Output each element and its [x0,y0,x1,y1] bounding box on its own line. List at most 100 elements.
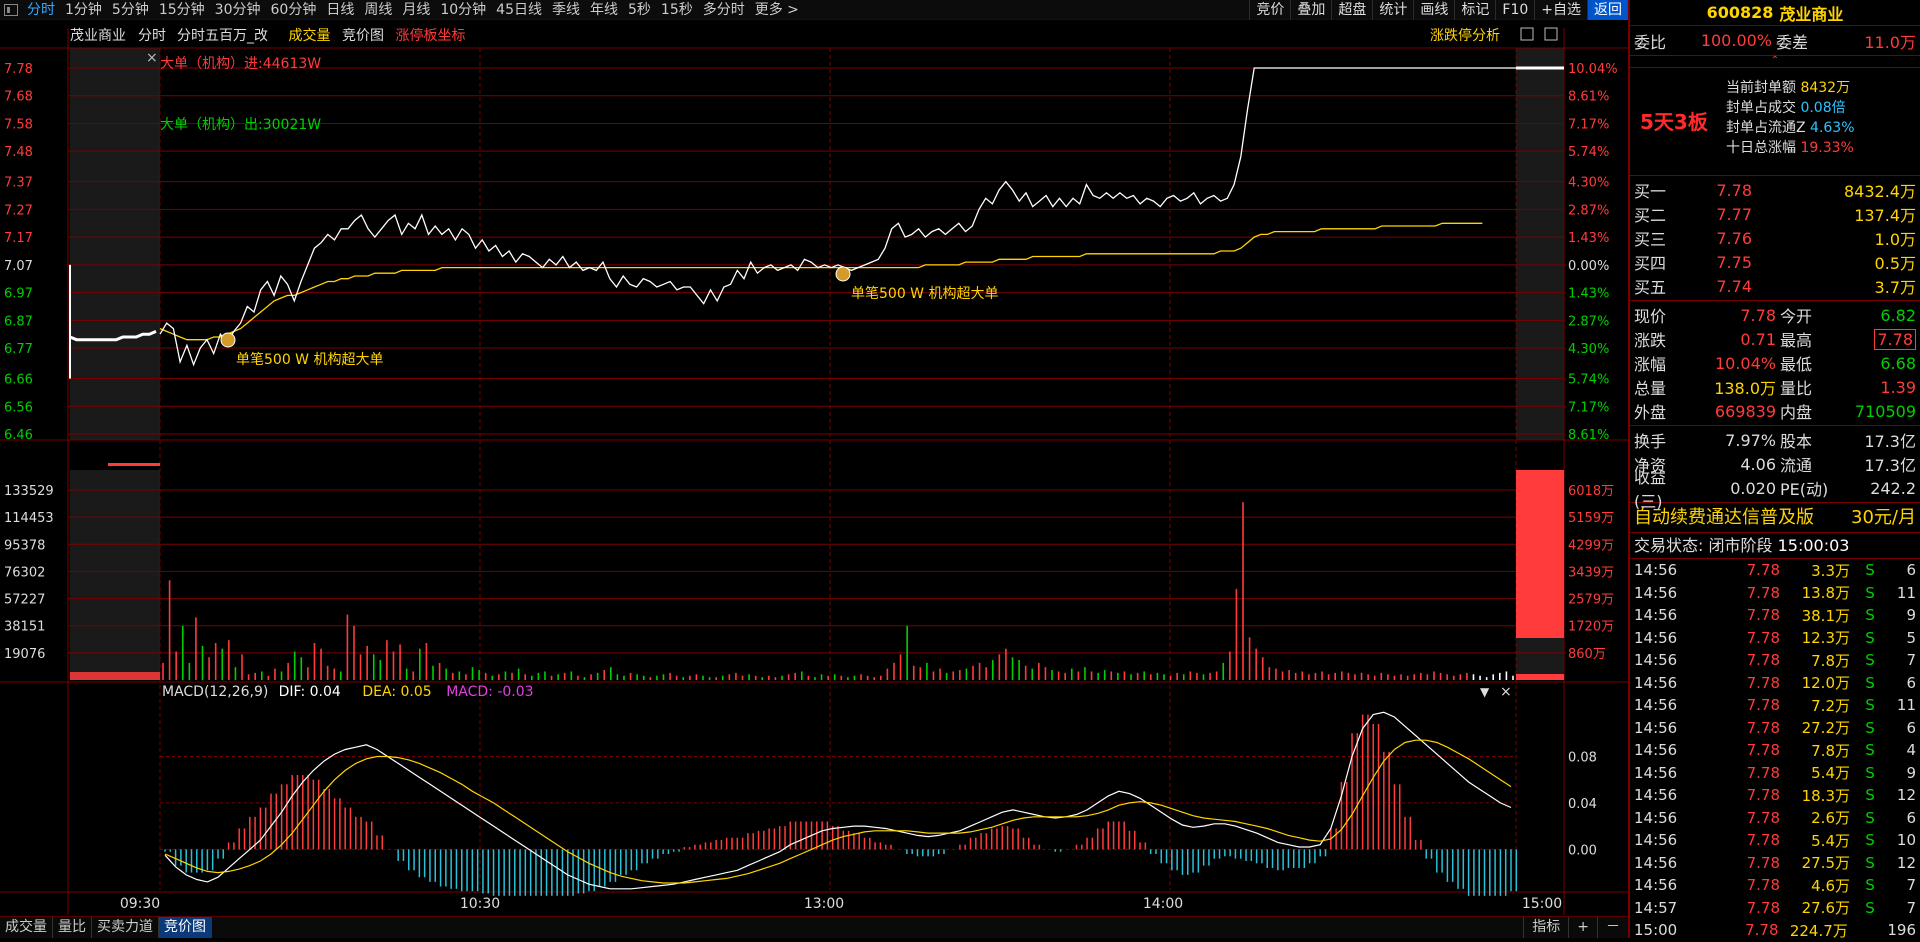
quote-value: 0.020 [1730,478,1776,498]
tick-side: S [1865,876,1875,895]
menu-icon[interactable] [4,3,18,16]
weibi-label: 委比 [1634,32,1667,52]
indicator-control[interactable]: + [1568,917,1597,938]
tick-count: 11 [1896,583,1916,602]
subscription-banner[interactable]: 自动续费通达信普及版 30元/月 [1630,503,1920,533]
quote-label: 涨跌 [1634,331,1667,350]
tick-side: S [1865,628,1875,647]
chart-header-item[interactable]: 涨停板坐标 [396,27,466,44]
toolbar-button[interactable]: +自选 [1534,0,1587,20]
toolbar-button[interactable]: 叠加 [1290,0,1331,20]
close-overlay-icon[interactable]: × [146,50,158,66]
tick-price: 7.78 [1746,561,1780,580]
bid-row[interactable]: 买三 7.76 1.0万 [1630,226,1920,250]
tick-volume: 7.8万 [1811,651,1850,670]
period-tab[interactable]: 分时 [22,0,60,20]
tick-count: 9 [1906,763,1916,782]
quote-value: 138.0万 [1714,379,1776,398]
period-tab[interactable]: 10分钟 [435,0,491,20]
money-bag-icon[interactable] [835,266,851,282]
period-tab[interactable]: 日线 [321,0,359,20]
toolbar-button[interactable]: 返回 [1587,0,1628,20]
period-tab[interactable]: 季线 [547,0,585,20]
bid-row[interactable]: 买二 7.77 137.4万 [1630,202,1920,226]
period-tab[interactable]: 30分钟 [210,0,266,20]
indicator-tab[interactable]: 量比 [53,917,92,938]
indicator-control[interactable]: 指标 [1523,917,1568,938]
quote-label: 流通 [1780,456,1813,475]
toolbar-button[interactable]: 标记 [1454,0,1495,20]
limit-analysis-link[interactable]: 涨跌停分析 [1430,27,1500,44]
window-icon[interactable] [1544,27,1558,41]
bid-price: 7.76 [1716,228,1752,248]
chart-header-item[interactable]: 茂业商业 [70,27,126,44]
tick-time: 14:56 [1634,583,1678,602]
toolbar-button[interactable]: 竞价 [1249,0,1290,20]
tick-price: 7.78 [1746,696,1780,715]
macd-header-item: DEA: 0.05 [362,684,431,700]
money-bag-icon[interactable] [220,332,236,348]
toolbar-button[interactable]: F10 [1495,0,1534,20]
period-tab[interactable]: 15分钟 [154,0,210,20]
price-tick: 6.77 [4,342,33,357]
tick-volume: 27.2万 [1801,719,1850,738]
quote-panel: 600828 茂业商业 委比 100.00% 委差 11.0万 ⌃ 5天3板 当… [1628,0,1920,940]
auction-zone-price [70,48,160,440]
tick-time: 14:56 [1634,628,1678,647]
tick-time: 14:56 [1634,696,1678,715]
period-tab[interactable]: 更多 > [750,0,804,20]
toolbar-button[interactable]: 超盘 [1331,0,1372,20]
chart-header-item[interactable]: 成交量 [289,27,331,44]
tick-count: 12 [1896,786,1916,805]
toolbar-button[interactable]: 统计 [1372,0,1413,20]
price-tick: 7.37 [4,176,33,191]
quote-value: 6.68 [1880,353,1916,373]
period-tab[interactable]: 15秒 [656,0,698,20]
indicator-control[interactable]: － [1597,917,1628,938]
bid-price: 7.74 [1716,276,1752,296]
period-tab[interactable]: 45日线 [491,0,547,20]
bid-price: 7.78 [1716,180,1752,200]
bid-row[interactable]: 买四 7.75 0.5万 [1630,250,1920,274]
period-tab[interactable]: 月线 [397,0,435,20]
chart-header-item[interactable]: 分时 [138,28,166,44]
bid-row[interactable]: 买五 7.74 3.7万 [1630,274,1920,298]
period-tab[interactable]: 5秒 [623,0,656,20]
volume-tick: 19076 [4,647,45,662]
tick-side: S [1865,786,1875,805]
period-tab[interactable]: 周线 [359,0,397,20]
period-tabs: 分时 1分钟 5分钟 15分钟 30分钟 60分钟 日线 周线 月线 10分钟 45日线 季线 年线 5秒… [22,0,804,20]
dropdown-icon[interactable]: ▼ [1480,685,1490,699]
toolbar-button[interactable]: 画线 [1413,0,1454,20]
chart-header-item[interactable]: 分时五百万_改 [177,28,268,44]
period-tab[interactable]: 多分时 [698,0,750,20]
weibi-value: 100.00% [1700,31,1772,50]
tick-row: 14:56 7.78 38.1万 S 9 [1630,604,1920,627]
seal-value: 8432万 [1800,80,1851,96]
period-tab[interactable]: 1分钟 [60,0,107,20]
seal-label: 当前封单额 [1726,80,1796,96]
seal-value: 4.63% [1810,120,1855,136]
quote-label: 最高 [1780,331,1813,350]
tick-count: 9 [1906,606,1916,625]
price-tick: 7.17 [4,231,33,246]
zoom-icon[interactable] [1520,27,1534,41]
indicator-tab[interactable]: 竞价图 [159,917,212,938]
indicator-tab[interactable]: 成交量 [0,917,53,938]
quote-value: 1.39 [1880,377,1916,397]
price-tick: 7.58 [4,117,33,132]
auction-volume-bar [70,672,160,680]
quote-row: 涨幅 10.04% 最低 6.68 [1630,351,1920,375]
quote-value-wrap: 17.3亿 [1832,428,1916,452]
tick-side: S [1865,741,1875,760]
chart-header-item[interactable]: 竞价图 [342,27,384,44]
period-tab[interactable]: 60分钟 [266,0,322,20]
indicator-tab[interactable]: 买卖力道 [92,917,159,938]
bid-row[interactable]: 买一 7.78 8432.4万 [1630,178,1920,202]
close-indicator-icon[interactable]: × [1500,684,1512,700]
collapse-up-icon[interactable]: ⌃ [1630,56,1920,68]
period-tab[interactable]: 5分钟 [107,0,154,20]
tick-side: S [1865,853,1875,872]
bid-label: 买五 [1634,278,1667,297]
period-tab[interactable]: 年线 [585,0,623,20]
